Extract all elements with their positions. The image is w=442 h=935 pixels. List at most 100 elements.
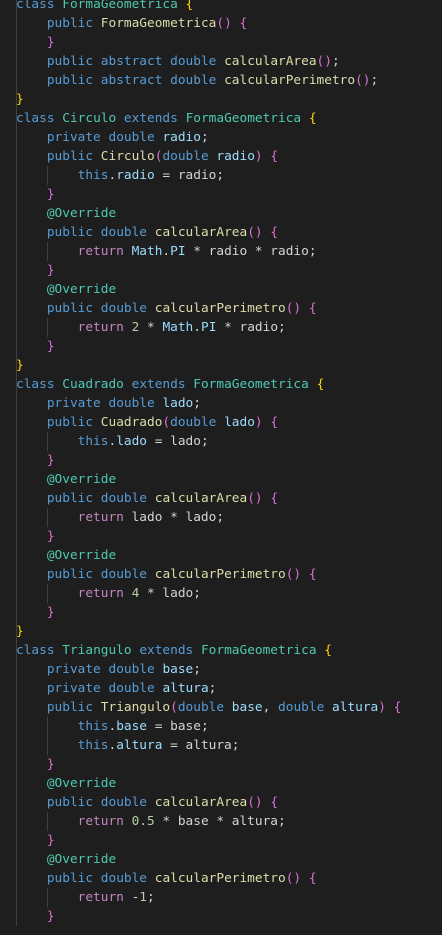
code-line[interactable]: public Cuadrado(double lado) {	[0, 413, 442, 432]
code-token: double	[100, 225, 148, 240]
code-line[interactable]: public Circulo(double radio) {	[0, 147, 442, 166]
code-token: lado * lado;	[123, 510, 225, 525]
code-token: }	[46, 757, 55, 772]
code-token: calcularPerimetro	[154, 301, 286, 316]
code-token: PI	[200, 320, 217, 335]
code-token: ;	[331, 54, 340, 69]
code-line[interactable]: @Override	[0, 280, 442, 299]
code-line[interactable]: }	[0, 337, 442, 356]
code-line[interactable]: return -1;	[0, 888, 442, 907]
code-line[interactable]: return 0.5 * base * altura;	[0, 812, 442, 831]
code-line[interactable]: return Math.PI * radio * radio;	[0, 242, 442, 261]
code-line[interactable]: }	[0, 831, 442, 850]
code-line[interactable]: this.altura = altura;	[0, 736, 442, 755]
code-token: )	[378, 700, 386, 715]
code-line[interactable]: }	[0, 603, 442, 622]
code-token: {	[270, 415, 279, 430]
code-token: lado	[116, 434, 148, 449]
code-line[interactable]: private double lado;	[0, 394, 442, 413]
code-token: calcularPerimetro	[154, 871, 286, 886]
code-line[interactable]: class Circulo extends FormaGeometrica {	[0, 109, 442, 128]
code-token: ()	[247, 491, 263, 506]
code-line[interactable]: public FormaGeometrica() {	[0, 14, 442, 33]
code-token: calcularArea	[154, 491, 248, 506]
code-line[interactable]: class FormaGeometrica {	[0, 0, 442, 14]
code-line[interactable]: public double calcularArea() {	[0, 489, 442, 508]
code-token: double	[108, 396, 155, 411]
code-line[interactable]: return lado * lado;	[0, 508, 442, 527]
code-line[interactable]: }	[0, 356, 442, 375]
code-token: public	[46, 567, 94, 582]
code-line[interactable]: }	[0, 755, 442, 774]
code-line[interactable]: @Override	[0, 850, 442, 869]
code-line[interactable]: public double calcularArea() {	[0, 223, 442, 242]
code-line[interactable]: }	[0, 622, 442, 641]
code-token: lado	[224, 415, 255, 430]
code-token: lado	[162, 396, 194, 411]
code-line[interactable]: public double calcularPerimetro() {	[0, 299, 442, 318]
code-line[interactable]: class Triangulo extends FormaGeometrica …	[0, 641, 442, 660]
code-line[interactable]: }	[0, 907, 442, 926]
code-line[interactable]: this.radio = radio;	[0, 166, 442, 185]
code-line[interactable]: class Cuadrado extends FormaGeometrica {	[0, 375, 442, 394]
code-token: class	[16, 111, 55, 126]
code-line[interactable]: }	[0, 90, 442, 109]
code-token: ()	[216, 16, 232, 31]
code-line[interactable]: private double radio;	[0, 128, 442, 147]
code-line[interactable]: public double calcularPerimetro() {	[0, 869, 442, 888]
code-token: base	[162, 662, 194, 677]
code-token: {	[316, 377, 325, 392]
code-line[interactable]: @Override	[0, 774, 442, 793]
code-token: ()	[247, 795, 263, 810]
code-line[interactable]: @Override	[0, 470, 442, 489]
code-line[interactable]: private double altura;	[0, 679, 442, 698]
code-editor[interactable]: class FormaGeometrica { public FormaGeom…	[0, 0, 442, 935]
code-line[interactable]: public double calcularPerimetro() {	[0, 565, 442, 584]
code-line[interactable]: @Override	[0, 546, 442, 565]
code-line[interactable]: }	[0, 185, 442, 204]
code-line[interactable]: }	[0, 261, 442, 280]
code-token: extends	[131, 377, 186, 392]
code-line[interactable]: @Override	[0, 204, 442, 223]
code-line[interactable]: public Triangulo(double base, double alt…	[0, 698, 442, 717]
code-line[interactable]: public abstract double calcularArea();	[0, 52, 442, 71]
code-token: {	[270, 795, 279, 810]
code-line[interactable]: public abstract double calcularPerimetro…	[0, 71, 442, 90]
code-line[interactable]: return 2 * Math.PI * radio;	[0, 318, 442, 337]
code-token: base	[231, 700, 263, 715]
code-line[interactable]: }	[0, 527, 442, 546]
code-token: @Override	[46, 472, 117, 487]
code-line[interactable]: private double base;	[0, 660, 442, 679]
code-token: = radio;	[154, 168, 225, 183]
code-line[interactable]: this.lado = lado;	[0, 432, 442, 451]
code-token: public	[46, 225, 94, 240]
code-line[interactable]: public double calcularArea() {	[0, 793, 442, 812]
code-token: ()	[285, 871, 302, 886]
code-line[interactable]: return 4 * lado;	[0, 584, 442, 603]
code-line[interactable]: }	[0, 33, 442, 52]
code-line[interactable]: }	[0, 451, 442, 470]
code-line[interactable]: this.base = base;	[0, 717, 442, 736]
